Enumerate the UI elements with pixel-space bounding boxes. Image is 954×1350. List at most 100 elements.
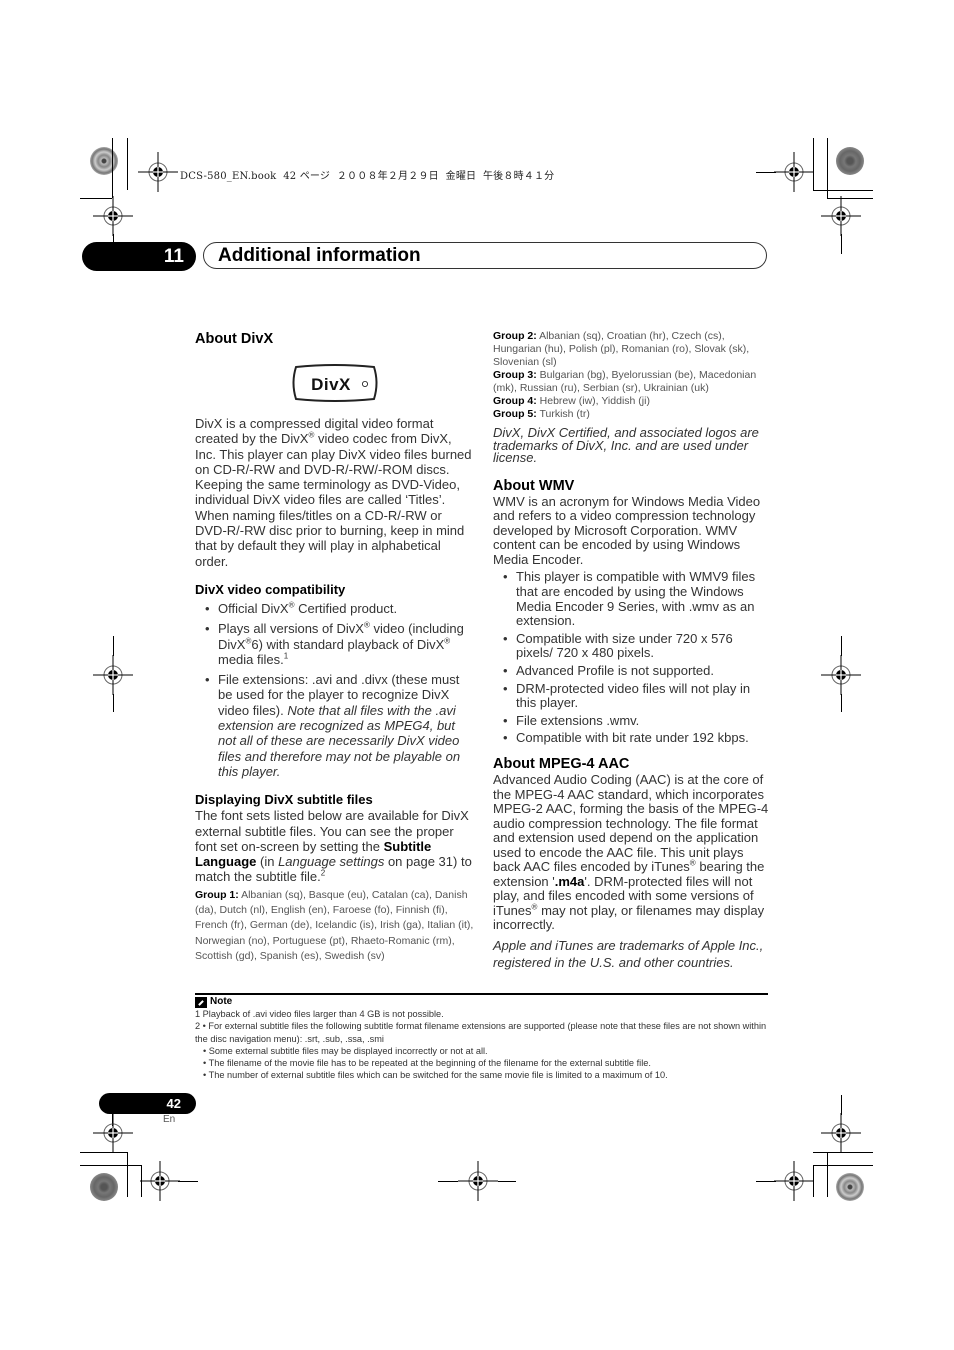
about-divx-paragraph: DivX is a compressed digital video forma…: [195, 416, 475, 569]
registration-mark-icon: [774, 152, 814, 192]
crop-line: [498, 1181, 516, 1182]
note-header: Note: [195, 996, 770, 1008]
footnote-ref: 1: [283, 651, 289, 661]
registration-mark-icon: [93, 196, 133, 236]
registration-mark-icon: [93, 655, 133, 695]
list-item: DRM-protected video files will not play …: [493, 681, 771, 711]
text-run: video codec from DivX, Inc. This player …: [195, 431, 472, 569]
group-languages: Turkish (tr): [536, 408, 590, 420]
divx-compat-list: Official DivX® Certified product. Plays …: [195, 601, 475, 779]
crop-line: [841, 1095, 842, 1115]
text-run: Certified product.: [294, 600, 398, 616]
crop-line: [827, 1152, 828, 1197]
registration-mark-icon: [821, 655, 861, 695]
footnote-2-sub: • The filename of the movie file has to …: [203, 1058, 651, 1069]
font-group-2: Group 2: Albanian (sq), Croatian (hr), C…: [493, 330, 771, 369]
list-item: Official DivX® Certified product.: [195, 600, 475, 617]
group-languages: Hebrew (iw), Yiddish (ji): [536, 395, 650, 407]
footnotes: Note 1 Playback of .avi video files larg…: [195, 996, 770, 1081]
crop-line: [813, 1165, 873, 1166]
print-header-meta: DCS-580_EN.book 42 ページ ２００８年２月２９日 金曜日 午後…: [180, 171, 555, 182]
footnote-ref: 2: [320, 869, 326, 879]
crop-line: [756, 172, 776, 173]
list-item: This player is compatible with WMV9 file…: [493, 570, 771, 628]
chapter-number-tab: 11: [82, 242, 196, 271]
footnote-2-sub: • The number of external subtitle files …: [203, 1070, 668, 1081]
crop-line: [756, 1181, 776, 1182]
list-item: Advanced Profile is not supported.: [493, 663, 771, 679]
divx-subtitle-heading: Displaying DivX subtitle files: [195, 792, 373, 808]
about-divx-heading: About DivX: [195, 331, 274, 347]
footnote-2: 2 • For external subtitle files the foll…: [195, 1021, 767, 1044]
crop-line: [813, 138, 814, 190]
registration-mark-icon: [140, 1161, 180, 1201]
crop-line: [178, 1181, 198, 1182]
list-item: Compatible with bit rate under 192 kbps.: [493, 731, 771, 746]
group-label: Group 1:: [195, 888, 239, 901]
color-rosette-top-left: [90, 147, 118, 175]
color-rosette-bottom-right: [836, 1173, 864, 1201]
file-extension: .m4a: [554, 873, 585, 889]
crop-line: [127, 138, 128, 190]
list-item: Compatible with size under 720 x 576 pix…: [493, 631, 771, 661]
text-run: Official DivX: [218, 600, 289, 616]
divx-logo-icon: DivX: [292, 364, 378, 402]
right-column: Group 2: Albanian (sq), Croatian (hr), C…: [493, 330, 771, 971]
list-item: File extensions: .avi and .divx (these m…: [195, 672, 475, 779]
crop-line: [827, 138, 828, 198]
page-language: En: [163, 1114, 176, 1125]
font-group-5: Group 5: Turkish (tr): [493, 408, 771, 421]
text-run: media files.: [218, 651, 284, 667]
crop-line: [80, 1152, 127, 1153]
crop-line: [113, 636, 114, 656]
color-rosette-top-right: [836, 147, 864, 175]
divx-subtitle-paragraph: The font sets listed below are available…: [195, 808, 475, 884]
group-label: Group 4:: [493, 395, 537, 407]
registration-mark-icon: [821, 1113, 861, 1153]
about-wmv-heading: About WMV: [493, 477, 575, 494]
about-aac-paragraph: Advanced Audio Coding (AAC) is at the co…: [493, 772, 771, 933]
registration-mark-icon: [821, 196, 861, 236]
text-run: Plays all versions of DivX: [218, 621, 364, 637]
group-label: Group 5:: [493, 408, 537, 420]
list-item: File extensions .wmv.: [493, 713, 771, 729]
wmv-list: This player is compatible with WMV9 file…: [493, 570, 771, 746]
chapter-title: Additional information: [218, 245, 421, 266]
crop-line: [127, 1152, 128, 1197]
text-run: (in: [256, 854, 279, 870]
footnote-2-sub: • Some external subtitle files may be di…: [203, 1045, 488, 1056]
registration-mark-icon: [458, 1161, 498, 1201]
about-aac-heading: About MPEG-4 AAC: [493, 756, 630, 772]
list-item: Plays all versions of DivX® video (inclu…: [195, 621, 475, 667]
group-label: Group 3:: [493, 369, 537, 381]
font-group-1: Group 1: Albanian (sq), Basque (eu), Cat…: [195, 888, 475, 964]
font-group-3: Group 3: Bulgarian (bg), Byelorussian (b…: [493, 369, 771, 395]
registration-mark-icon: [138, 152, 178, 192]
crop-line: [813, 1165, 814, 1197]
group-label: Group 2:: [493, 330, 537, 342]
crop-line: [80, 1165, 141, 1166]
crop-line: [438, 1181, 458, 1182]
left-column: About DivX DivX DivX is a compressed dig…: [195, 330, 475, 964]
page-number: 42: [99, 1093, 196, 1114]
footnote-1: 1 Playback of .avi video files larger th…: [195, 1009, 444, 1020]
divx-logo-text: DivX: [311, 375, 351, 394]
crop-line: [841, 636, 842, 656]
crop-line: [813, 190, 873, 191]
pencil-note-icon: [195, 996, 207, 1008]
crop-line: [113, 694, 114, 712]
apple-trademark-notice: Apple and iTunes are trademarks of Apple…: [493, 937, 764, 970]
crop-line: [112, 138, 113, 198]
font-group-4: Group 4: Hebrew (iw), Yiddish (ji): [493, 395, 771, 408]
note-divider: [195, 993, 768, 995]
divx-trademark-notice: DivX, DivX Certified, and associated log…: [493, 425, 759, 465]
crop-line: [841, 234, 842, 254]
about-wmv-paragraph: WMV is an acronym for Windows Media Vide…: [493, 493, 761, 567]
registered-mark: ®: [444, 636, 451, 646]
registration-mark-icon: [774, 1161, 814, 1201]
text-run: 6) with standard playback of DivX: [251, 636, 445, 652]
section-reference: Language settings: [278, 854, 385, 870]
color-rosette-bottom-left: [90, 1173, 118, 1201]
note-heading: Note: [210, 996, 233, 1007]
divx-compat-heading: DivX video compatibility: [195, 581, 346, 597]
